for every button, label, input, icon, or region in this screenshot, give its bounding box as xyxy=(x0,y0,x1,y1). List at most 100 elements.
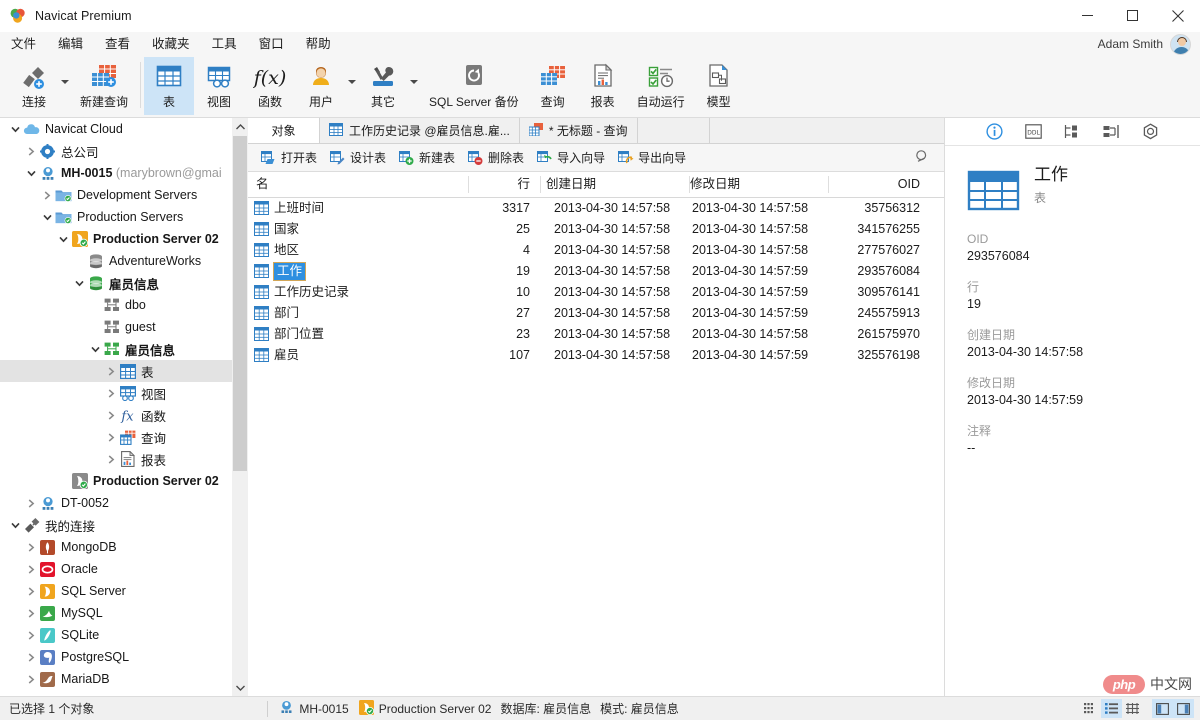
column-header-modified[interactable]: 修改日期 xyxy=(690,172,740,197)
ribbon-user[interactable]: 用户 xyxy=(296,57,346,115)
sidebar-item-[interactable]: 查询 xyxy=(0,426,232,448)
chevron-right-icon[interactable] xyxy=(24,630,39,640)
chevron-right-icon[interactable] xyxy=(24,674,39,684)
table-body[interactable]: 上班时间 3317 2013-04-30 14:57:58 2013-04-30 14… xyxy=(248,198,944,366)
info-icon[interactable] xyxy=(985,122,1005,142)
sidebar-item-production-server-02[interactable]: Production Server 02 xyxy=(0,470,232,492)
sidebar-item-adventureworks[interactable]: AdventureWorks xyxy=(0,250,232,272)
chevron-right-icon[interactable] xyxy=(40,190,55,200)
sidebar-item-navicat-cloud[interactable]: Navicat Cloud xyxy=(0,118,232,140)
sidebar-item-dt-0052[interactable]: DT-0052 xyxy=(0,492,232,514)
column-header-name[interactable]: 名 xyxy=(256,172,269,197)
ribbon-view[interactable]: 视图 xyxy=(194,57,244,115)
cell-name[interactable]: 国家 xyxy=(274,219,299,240)
column-header-rows[interactable]: 行 xyxy=(468,172,530,197)
sidebar-item-sql-server[interactable]: SQL Server xyxy=(0,580,232,602)
preview-icon[interactable] xyxy=(1141,122,1161,142)
grid-view-icon[interactable] xyxy=(1122,699,1143,718)
chevron-right-icon[interactable] xyxy=(24,564,39,574)
chevron-right-icon[interactable] xyxy=(24,498,39,508)
list-view-icon[interactable] xyxy=(1101,699,1122,718)
sidebar-item-oracle[interactable]: Oracle xyxy=(0,558,232,580)
chevron-right-icon[interactable] xyxy=(104,388,119,398)
chevron-down-icon[interactable] xyxy=(8,126,23,133)
cell-name[interactable]: 地区 xyxy=(274,240,299,261)
sidebar-item-[interactable]: 我的连接 xyxy=(0,514,232,536)
sidebar-item-[interactable]: 报表 xyxy=(0,448,232,470)
sidebar-item-development-servers[interactable]: Development Servers xyxy=(0,184,232,206)
menu-item-window[interactable]: 窗口 xyxy=(248,32,295,56)
chevron-right-icon[interactable] xyxy=(104,454,119,464)
chevron-down-icon[interactable] xyxy=(346,56,358,84)
ribbon-report[interactable]: 报表 xyxy=(578,57,628,115)
columns-icon[interactable] xyxy=(1102,122,1122,142)
import-wizard-button[interactable]: 导入向导 xyxy=(532,146,613,170)
chevron-down-icon[interactable] xyxy=(24,170,39,177)
menu-item-edit[interactable]: 编辑 xyxy=(47,32,94,56)
sidebar-item-mongodb[interactable]: MongoDB xyxy=(0,536,232,558)
sidebar-item-guest[interactable]: guest xyxy=(0,316,232,338)
cell-name[interactable]: 雇员 xyxy=(274,345,299,366)
chevron-right-icon[interactable] xyxy=(104,410,119,420)
user-account[interactable]: Adam Smith xyxy=(1098,33,1200,55)
sidebar-item-[interactable]: fx 函数 xyxy=(0,404,232,426)
table-row[interactable]: 工作历史记录 10 2013-04-30 14:57:58 2013-04-30 14… xyxy=(248,282,944,303)
scrollbar-thumb[interactable] xyxy=(233,136,247,471)
chevron-right-icon[interactable] xyxy=(24,542,39,552)
new-table-button[interactable]: 新建表 xyxy=(394,146,463,170)
open-table-button[interactable]: 打开表 xyxy=(256,146,325,170)
pane-left-icon[interactable] xyxy=(1152,699,1173,718)
tab-work-history[interactable]: 工作历史记录 @雇员信息.雇... xyxy=(320,118,520,143)
table-row[interactable]: 国家 25 2013-04-30 14:57:58 2013-04-30 14:57:… xyxy=(248,219,944,240)
ribbon-function[interactable]: f(x) 函数 xyxy=(244,57,296,115)
table-row[interactable]: 地区 4 2013-04-30 14:57:58 2013-04-30 14:57:5… xyxy=(248,240,944,261)
search-button[interactable] xyxy=(915,149,944,167)
ribbon-automation[interactable]: 自动运行 xyxy=(628,57,694,115)
table-row[interactable]: 雇员 107 2013-04-30 14:57:58 2013-04-30 14:57… xyxy=(248,345,944,366)
table-row[interactable]: 部门 27 2013-04-30 14:57:58 2013-04-30 14:57:… xyxy=(248,303,944,324)
menu-item-file[interactable]: 文件 xyxy=(0,32,47,56)
sidebar-item-[interactable]: 雇员信息 xyxy=(0,338,232,360)
ribbon-backup[interactable]: SQL Server 备份 xyxy=(420,57,528,115)
delete-table-button[interactable]: 删除表 xyxy=(463,146,532,170)
table-row[interactable]: 上班时间 3317 2013-04-30 14:57:58 2013-04-30 14… xyxy=(248,198,944,219)
tab-objects[interactable]: 对象 xyxy=(248,118,320,143)
relation-icon[interactable] xyxy=(1063,122,1083,142)
cell-name[interactable]: 部门位置 xyxy=(274,324,324,345)
chevron-down-icon[interactable] xyxy=(56,236,71,243)
cell-name[interactable]: 工作 xyxy=(272,262,307,281)
menu-item-help[interactable]: 帮助 xyxy=(295,32,342,56)
sidebar-item-mysql[interactable]: MySQL xyxy=(0,602,232,624)
ddl-icon[interactable]: DDL xyxy=(1024,122,1044,142)
avatar[interactable] xyxy=(1170,33,1191,55)
sidebar-item-mh-0015[interactable]: MH-0015 (marybrown@gmai xyxy=(0,162,232,184)
sidebar-scrollbar[interactable] xyxy=(232,118,248,696)
pane-right-icon[interactable] xyxy=(1173,699,1194,718)
cell-name[interactable]: 部门 xyxy=(274,303,299,324)
table-row[interactable]: 工作 19 2013-04-30 14:57:58 2013-04-30 14:57:… xyxy=(248,261,944,282)
chevron-right-icon[interactable] xyxy=(24,652,39,662)
sidebar-item-production-server-02[interactable]: Production Server 02 xyxy=(0,228,232,250)
cell-name[interactable]: 上班时间 xyxy=(274,198,324,219)
ribbon-other[interactable]: 其它 xyxy=(358,57,408,115)
tab-untitled-query[interactable]: * 无标题 - 查询 xyxy=(519,118,638,143)
detail-grid-icon[interactable] xyxy=(1080,699,1101,718)
chevron-down-icon[interactable] xyxy=(232,679,248,696)
menu-item-favorites[interactable]: 收藏夹 xyxy=(141,32,201,56)
sidebar-item-[interactable]: 表 xyxy=(0,360,232,382)
chevron-up-icon[interactable] xyxy=(232,118,248,135)
sidebar-tree[interactable]: Navicat Cloud 总公司 MH-0015 (marybrown@gmai D… xyxy=(0,118,232,696)
menu-item-view[interactable]: 查看 xyxy=(94,32,141,56)
minimize-icon[interactable] xyxy=(1065,0,1110,32)
ribbon-model[interactable]: 模型 xyxy=(694,57,744,115)
sidebar-item-[interactable]: 总公司 xyxy=(0,140,232,162)
chevron-right-icon[interactable] xyxy=(24,146,39,156)
table-row[interactable]: 部门位置 23 2013-04-30 14:57:58 2013-04-30 14:5… xyxy=(248,324,944,345)
chevron-down-icon[interactable] xyxy=(59,56,71,84)
cell-name[interactable]: 工作历史记录 xyxy=(274,282,349,303)
sidebar-item-[interactable]: 雇员信息 xyxy=(0,272,232,294)
close-icon[interactable] xyxy=(1155,0,1200,32)
chevron-right-icon[interactable] xyxy=(24,586,39,596)
sidebar-item-sqlite[interactable]: SQLite xyxy=(0,624,232,646)
sidebar-item-[interactable]: 视图 xyxy=(0,382,232,404)
